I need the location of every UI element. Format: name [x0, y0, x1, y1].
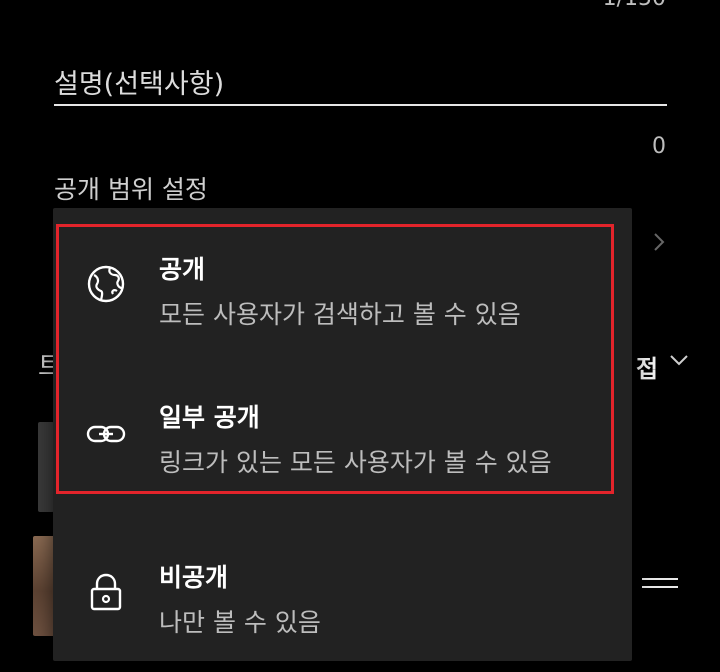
chevron-down-icon[interactable] — [669, 352, 689, 368]
visibility-option-subtitle: 모든 사용자가 검색하고 볼 수 있음 — [159, 300, 521, 329]
video-thumbnail[interactable] — [38, 422, 54, 512]
visibility-option-title: 공개 — [159, 255, 206, 284]
lock-icon — [90, 573, 122, 611]
visibility-popup-menu: 공개 모든 사용자가 검색하고 볼 수 있음 일부 공개 링크가 있는 모든 사… — [53, 208, 632, 661]
visibility-option-title: 비공개 — [159, 563, 229, 592]
video-thumbnail[interactable] — [33, 536, 55, 636]
visibility-option-private[interactable]: 비공개 나만 볼 수 있음 — [53, 518, 632, 658]
description-char-counter: 0 — [652, 134, 666, 159]
title-char-counter: 1/150 — [603, 0, 666, 11]
collapse-toggle-label[interactable]: 접 — [636, 349, 658, 384]
visibility-option-public[interactable]: 공개 모든 사용자가 검색하고 볼 수 있음 — [53, 208, 632, 348]
visibility-option-title: 일부 공개 — [159, 403, 260, 432]
link-icon — [86, 425, 126, 443]
visibility-setting-label: 공개 범위 설정 — [54, 175, 208, 204]
visibility-option-unlisted[interactable]: 일부 공개 링크가 있는 모든 사용자가 볼 수 있음 — [53, 358, 632, 498]
chevron-right-icon — [654, 233, 665, 251]
description-placeholder: 설명(선택사항) — [54, 69, 225, 100]
globe-icon — [87, 265, 125, 303]
description-input[interactable]: 설명(선택사항) — [54, 62, 667, 106]
visibility-option-subtitle: 나만 볼 수 있음 — [159, 608, 321, 637]
drag-handle-icon[interactable] — [642, 578, 678, 596]
visibility-option-subtitle: 링크가 있는 모든 사용자가 볼 수 있음 — [159, 448, 552, 477]
